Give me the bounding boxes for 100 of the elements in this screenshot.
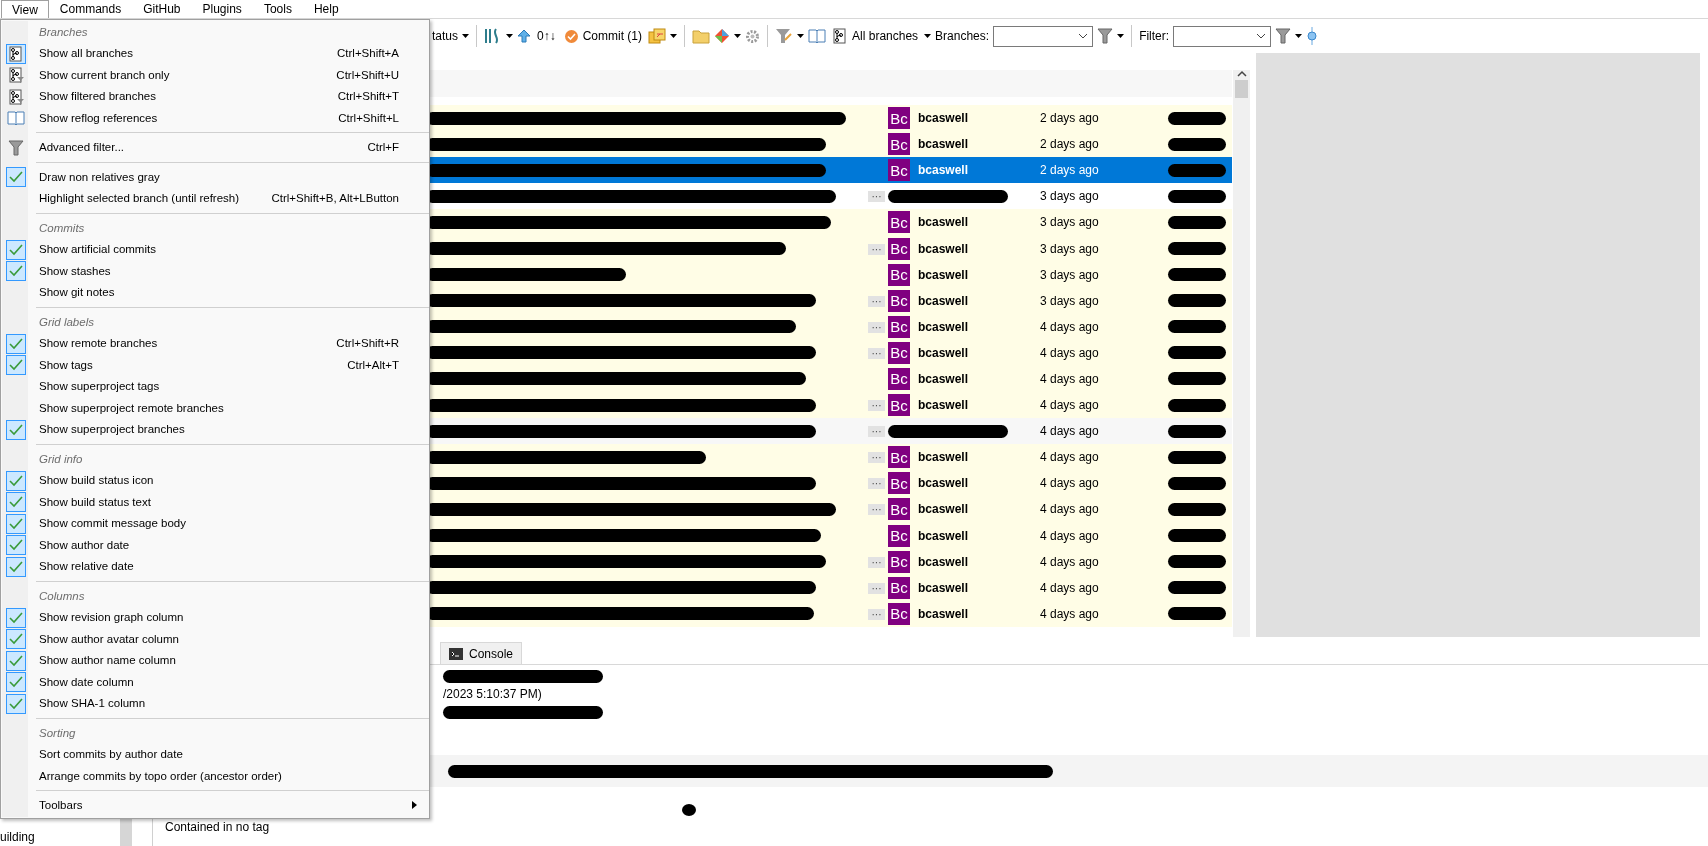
branch-mode-button[interactable]: All branches bbox=[830, 28, 921, 44]
filter-combo-box[interactable] bbox=[1173, 25, 1272, 47]
checkbox bbox=[6, 167, 26, 187]
commit-date: 4 days ago bbox=[1040, 424, 1100, 439]
commit-date: 4 days ago bbox=[1040, 502, 1100, 517]
menu-item[interactable]: Show author name column bbox=[1, 649, 429, 671]
menu-item[interactable]: Commands bbox=[48, 0, 133, 18]
checkbox bbox=[6, 492, 26, 512]
dropdown-arrow-icon[interactable] bbox=[1295, 34, 1303, 38]
avatar: Bc bbox=[888, 446, 910, 469]
up-arrow-icon[interactable] bbox=[517, 29, 531, 43]
menu-item[interactable]: View bbox=[1, 0, 49, 18]
more-button[interactable]: ··· bbox=[868, 400, 885, 412]
checkbox bbox=[6, 693, 26, 714]
chevron-up-icon[interactable] bbox=[1236, 70, 1247, 78]
avatar: Bc bbox=[888, 524, 910, 547]
book-icon bbox=[808, 28, 827, 44]
more-button[interactable]: ··· bbox=[868, 452, 885, 464]
submenu-arrow-icon bbox=[412, 801, 417, 810]
terminal-icon bbox=[449, 647, 463, 660]
dropdown-arrow-icon[interactable] bbox=[924, 34, 932, 38]
dropdown-arrow-icon[interactable] bbox=[506, 34, 513, 38]
more-button[interactable]: ··· bbox=[868, 478, 885, 490]
author-name: bcaswell bbox=[918, 450, 969, 465]
author-name: bcaswell bbox=[918, 111, 969, 126]
dropdown-arrow-icon[interactable] bbox=[1117, 34, 1125, 38]
more-button[interactable]: ··· bbox=[868, 191, 885, 203]
tree-item[interactable]: uilding bbox=[0, 830, 140, 844]
commit-date: 2 days ago bbox=[1040, 163, 1100, 178]
scrollbar[interactable] bbox=[1233, 70, 1250, 637]
commit-date: 4 days ago bbox=[1040, 450, 1100, 465]
menu-item[interactable]: Show date column bbox=[1, 671, 429, 693]
more-button[interactable]: ··· bbox=[868, 608, 885, 620]
redaction-bar bbox=[1168, 346, 1226, 360]
menu-item[interactable]: Help bbox=[302, 0, 350, 18]
diamond-icon[interactable] bbox=[714, 28, 731, 44]
author-name: bcaswell bbox=[918, 502, 969, 517]
menu-item[interactable]: Show current branch only Ctrl+Shift+U bbox=[1, 64, 429, 86]
avatar: Bc bbox=[888, 394, 910, 417]
commit-button[interactable]: Commit (1) bbox=[561, 28, 645, 44]
menu-item[interactable]: Plugins bbox=[191, 0, 253, 18]
branch-icon bbox=[832, 28, 849, 44]
more-button[interactable]: ··· bbox=[868, 243, 885, 255]
more-button[interactable]: ··· bbox=[868, 295, 885, 307]
commit-date: 4 days ago bbox=[1040, 372, 1100, 386]
menu-item[interactable]: Arrange commits by topo order (ancestor order) bbox=[1, 765, 429, 787]
checkbox bbox=[6, 261, 26, 281]
checkmark-circle-icon bbox=[563, 28, 579, 44]
more-button[interactable]: ··· bbox=[868, 582, 885, 594]
menu-item[interactable]: Toolbars bbox=[1, 794, 429, 816]
scrollbar-thumb[interactable] bbox=[1235, 80, 1248, 98]
menu-item[interactable]: Tools bbox=[252, 0, 303, 18]
more-button[interactable]: ··· bbox=[868, 426, 885, 438]
commit-date: 4 days ago bbox=[1040, 528, 1100, 543]
avatar: Bc bbox=[888, 315, 910, 338]
menu-item[interactable]: Show author avatar column bbox=[1, 628, 429, 650]
menu-section-header: Columns bbox=[38, 588, 86, 604]
dropdown-arrow-icon[interactable] bbox=[734, 34, 742, 38]
menu-item[interactable]: GitHub bbox=[132, 0, 192, 18]
author-name: bcaswell bbox=[918, 398, 969, 413]
menu-section-header: Grid labels bbox=[38, 314, 95, 330]
dropdown-arrow-icon[interactable] bbox=[670, 34, 678, 38]
redaction-bar bbox=[1168, 607, 1226, 621]
commit-date: 3 days ago bbox=[1040, 189, 1100, 204]
commit-date: 3 days ago bbox=[1040, 267, 1100, 282]
more-button[interactable]: ··· bbox=[868, 556, 885, 568]
menu-item[interactable]: Show all branches Ctrl+Shift+A bbox=[1, 42, 429, 64]
more-button[interactable]: ··· bbox=[868, 504, 885, 516]
push-pull-counter[interactable]: 0↑↓ bbox=[535, 29, 558, 43]
funnel-icon bbox=[1275, 28, 1292, 44]
redaction-bar bbox=[1168, 581, 1226, 595]
pin-icon[interactable] bbox=[1306, 27, 1319, 45]
menu-item[interactable]: Show filtered branches Ctrl+Shift+T bbox=[1, 85, 429, 107]
avatar: Bc bbox=[888, 472, 910, 495]
dropdown-arrow-icon[interactable] bbox=[797, 34, 805, 38]
avatar: Bc bbox=[888, 237, 910, 260]
redaction-bar bbox=[1168, 111, 1226, 125]
redaction-dot bbox=[682, 804, 696, 816]
avatar: Bc bbox=[888, 211, 910, 234]
book-icon bbox=[7, 110, 25, 126]
author-name: bcaswell bbox=[918, 528, 969, 543]
filter-label: Filter: bbox=[1139, 29, 1170, 43]
redaction-bar bbox=[1168, 215, 1226, 229]
more-button[interactable]: ··· bbox=[868, 347, 885, 359]
author-name: bcaswell bbox=[918, 137, 969, 152]
checkbox bbox=[6, 239, 26, 260]
checkbox bbox=[6, 355, 26, 375]
checkbox bbox=[6, 607, 26, 628]
more-button[interactable]: ··· bbox=[868, 321, 885, 333]
menu-item[interactable]: Sort commits by author date bbox=[1, 743, 429, 765]
avatar: Bc bbox=[888, 133, 910, 156]
dropdown-arrow-icon[interactable] bbox=[462, 34, 469, 38]
author-name: bcaswell bbox=[918, 476, 969, 491]
checkbox bbox=[6, 556, 26, 577]
menu-item[interactable]: Show SHA-1 column bbox=[1, 692, 429, 714]
commit-date: 4 days ago bbox=[1040, 476, 1100, 491]
status-button[interactable]: tatus bbox=[432, 29, 458, 43]
branches-combo-box[interactable] bbox=[993, 25, 1094, 47]
checkbox bbox=[6, 470, 26, 491]
console-tab[interactable]: Console bbox=[440, 642, 523, 664]
